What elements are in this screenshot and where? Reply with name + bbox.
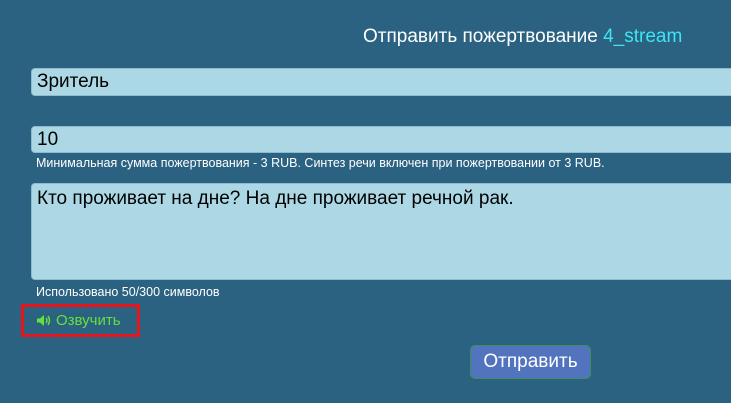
page-title: Отправить пожертвование 4_stream [363, 26, 682, 48]
speak-button[interactable]: Озвучить [36, 312, 121, 329]
character-counter: Использовано 50/300 символов [36, 285, 220, 299]
title-text: Отправить пожертвование [363, 26, 598, 47]
name-input[interactable] [31, 68, 731, 96]
amount-hint: Минимальная сумма пожертвования - 3 RUB.… [36, 156, 605, 170]
submit-button[interactable]: Отправить [470, 345, 591, 379]
speak-label: Озвучить [56, 312, 121, 329]
message-textarea[interactable]: Кто проживает на дне? На дне проживает р… [31, 183, 731, 280]
speak-highlight-frame: Озвучить [21, 304, 140, 337]
streamer-name[interactable]: 4_stream [603, 26, 682, 47]
amount-input[interactable] [31, 126, 731, 153]
speaker-icon [36, 314, 52, 327]
